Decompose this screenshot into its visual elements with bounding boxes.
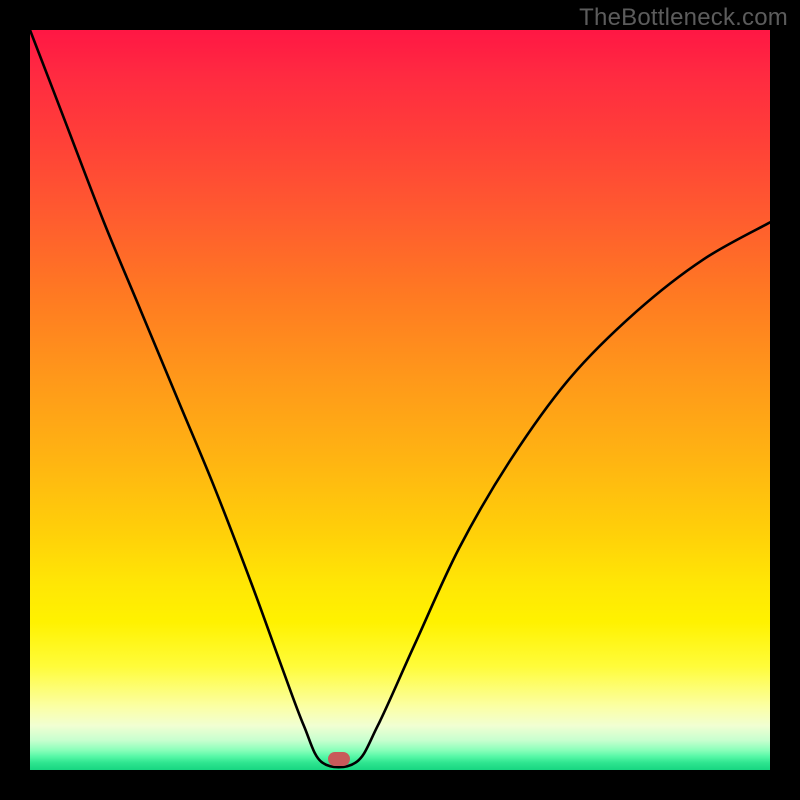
watermark-text: TheBottleneck.com <box>579 4 788 32</box>
min-marker <box>328 752 350 766</box>
chart-frame: TheBottleneck.com <box>0 0 800 800</box>
curve-svg <box>30 30 770 770</box>
plot-area <box>30 30 770 770</box>
bottleneck-curve <box>30 30 770 767</box>
